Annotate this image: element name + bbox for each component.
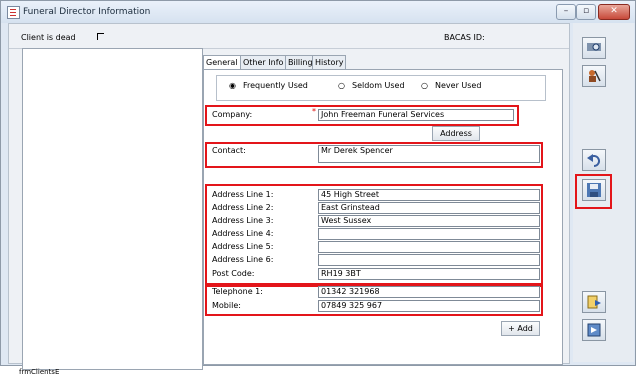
general-tab-panel: ◉ Frequently Used ○ Seldom Used ○ Never Use…: [203, 69, 563, 365]
client-list[interactable]: [22, 48, 203, 370]
mobile-label: Mobile:: [212, 301, 241, 310]
tab-general[interactable]: General: [203, 55, 241, 70]
address-line-3-label: Address Line 3:: [212, 216, 274, 225]
mobile-field[interactable]: 07849 325 967: [318, 300, 540, 312]
client-is-dead-label: Client is dead: [21, 33, 76, 42]
undo-icon: [587, 154, 600, 167]
company-label: Company:: [212, 110, 253, 119]
required-marker: *: [312, 107, 316, 116]
save-button[interactable]: [582, 179, 606, 201]
tab-billing-label: Billing: [288, 58, 313, 67]
address-line-4-field[interactable]: [318, 228, 540, 240]
radio-frequently-used[interactable]: ◉ Frequently Used: [229, 81, 308, 90]
address-line-1-label: Address Line 1:: [212, 190, 274, 199]
address-line-4-label: Address Line 4:: [212, 229, 274, 238]
close-form-button[interactable]: [582, 319, 606, 341]
window-title: Funeral Director Information: [23, 7, 151, 17]
telephone-field[interactable]: 01342 321968: [318, 286, 540, 298]
minimize-button[interactable]: –: [556, 4, 576, 20]
undo-button[interactable]: [582, 149, 606, 171]
add-button[interactable]: + Add: [501, 321, 540, 336]
radio-seldom-used[interactable]: ○ Seldom Used: [338, 81, 405, 90]
find-user-button[interactable]: [582, 65, 606, 87]
search-button[interactable]: [582, 37, 606, 59]
form-name-label: frmClientsE: [19, 368, 60, 376]
tab-general-label: General: [206, 58, 238, 67]
radio-label: Frequently Used: [243, 81, 308, 90]
post-code-label: Post Code:: [212, 269, 255, 278]
radio-selected-icon: ◉: [229, 81, 236, 90]
address-button[interactable]: Address: [432, 126, 480, 141]
address-line-6-label: Address Line 6:: [212, 255, 274, 264]
address-line-2-label: Address Line 2:: [212, 203, 274, 212]
header-band: Client is dead BACAS ID:: [9, 24, 569, 49]
address-line-5-field[interactable]: [318, 241, 540, 253]
tab-other-info-label: Other Info: [243, 58, 284, 67]
address-line-2-field[interactable]: East Grinstead: [318, 202, 540, 214]
form-area: Client is dead BACAS ID: General Other I…: [8, 23, 570, 376]
address-line-5-label: Address Line 5:: [212, 242, 274, 251]
toolbar-panel: [573, 23, 634, 362]
address-line-1-field[interactable]: 45 High Street: [318, 189, 540, 201]
radio-label: Seldom Used: [352, 81, 405, 90]
title-bar: Funeral Director Information – ▫ ✕: [1, 1, 635, 23]
restore-button[interactable]: ▫: [576, 4, 596, 20]
find-user-icon: [589, 70, 601, 82]
radio-never-used[interactable]: ○ Never Used: [421, 81, 481, 90]
client-is-dead-checkbox[interactable]: [97, 33, 104, 40]
radio-unselected-icon: ○: [338, 81, 345, 90]
app-icon: [7, 6, 20, 19]
contact-label: Contact:: [212, 146, 246, 155]
close-form-icon: [587, 323, 601, 337]
exit-icon: [587, 295, 601, 309]
telephone-label: Telephone 1:: [212, 287, 263, 296]
save-icon: [587, 183, 601, 197]
radio-label: Never Used: [435, 81, 482, 90]
tab-history[interactable]: History: [312, 55, 346, 69]
radio-unselected-icon: ○: [421, 81, 428, 90]
exit-button[interactable]: [582, 291, 606, 313]
company-field[interactable]: John Freeman Funeral Services: [318, 109, 514, 121]
address-line-3-field[interactable]: West Sussex: [318, 215, 540, 227]
main-window: Funeral Director Information – ▫ ✕ Clien…: [0, 0, 636, 376]
search-icon: [587, 43, 601, 51]
contact-field[interactable]: Mr Derek Spencer: [318, 145, 540, 163]
tab-other-info[interactable]: Other Info: [240, 55, 286, 69]
post-code-field[interactable]: RH19 3BT: [318, 268, 540, 280]
tab-history-label: History: [315, 58, 344, 67]
bacas-id-label: BACAS ID:: [444, 33, 485, 42]
tab-billing[interactable]: Billing: [285, 55, 314, 69]
address-line-6-field[interactable]: [318, 254, 540, 266]
close-button[interactable]: ✕: [598, 4, 630, 20]
